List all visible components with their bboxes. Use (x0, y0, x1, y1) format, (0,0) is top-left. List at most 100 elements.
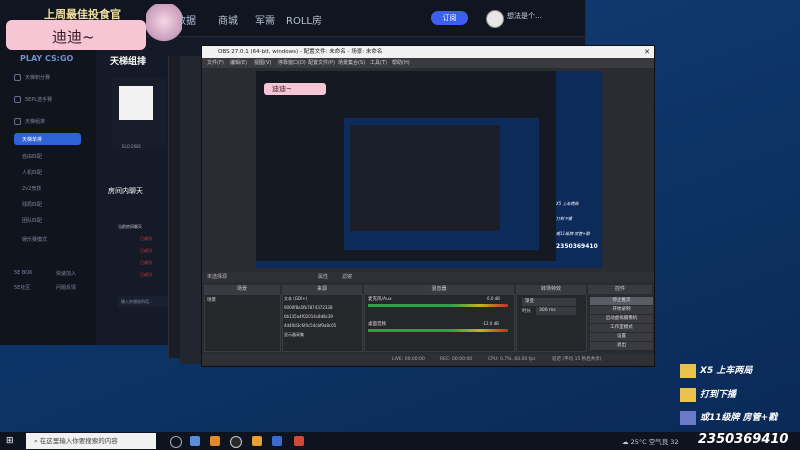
avatar[interactable] (486, 10, 504, 28)
menu-edit[interactable]: 编辑(E) (230, 58, 247, 68)
mixer-channel-desktop: 桌面音频 (368, 322, 386, 327)
scene-dock: 场景 (204, 294, 281, 352)
mixer-dock-header: 混音器 (364, 285, 514, 294)
duration-label: 时长 (522, 309, 531, 314)
source-item[interactable]: 文本 (GDI+) (284, 296, 307, 302)
nested-preview (344, 118, 539, 250)
chat-line: 已成功 (140, 236, 152, 241)
mixer-channel-mic: 麦克风/Aux (368, 297, 392, 302)
source-item[interactable]: 显示器采集 (284, 332, 304, 338)
scene-item[interactable]: 场景 (207, 297, 216, 303)
chat-line: 已成功 (140, 260, 152, 265)
sidebar-item-6[interactable]: 人机匹配 (22, 169, 42, 176)
streamer-name-tag: 迪迪~ (6, 20, 146, 50)
nested-preview-inner (350, 125, 500, 231)
ladder-title: 天梯组排 (110, 57, 147, 67)
sidebar-item-2[interactable]: 5EPL选手赛 (14, 96, 52, 103)
sidebar-item-4[interactable]: 天梯单排 (22, 136, 42, 143)
scene-dock-header: 场景 (204, 285, 280, 294)
taskbar-search[interactable]: ⌕ 在这里输入你要搜索的内容 (26, 433, 156, 449)
task-view-icon[interactable] (170, 436, 182, 448)
preview-name-tag: 迪迪~ (264, 83, 326, 95)
sidebar-item-7[interactable]: 2v2竞技 (22, 185, 41, 192)
mixer-db-mic: 0.0 dB (487, 296, 500, 301)
chat-input[interactable]: 输入你想说的话... (118, 296, 173, 307)
menu-file[interactable]: 文件(F) (207, 58, 224, 68)
sidebar-item-9[interactable]: 团队匹配 (22, 217, 42, 224)
game-tag[interactable]: PLAY CS:GO (20, 54, 73, 63)
delay-status: 延迟 (平均 15 秒后共享) (552, 357, 602, 362)
app-icon-3[interactable] (252, 436, 262, 446)
sidebar-item-14[interactable]: 问题反馈 (56, 284, 76, 291)
app-icon-2[interactable] (210, 436, 220, 446)
badge-icon (680, 410, 696, 425)
source-item[interactable]: 9000f8a5fb7874372338 (284, 305, 333, 310)
controls-dock-header: 控件 (588, 285, 652, 294)
transition-select[interactable]: 渐变 (522, 298, 576, 306)
sidebar-item-12[interactable]: 5E社区 (14, 284, 30, 291)
profile-elo: ELO:2081 (122, 144, 142, 149)
sidebar-item-8[interactable]: 残局匹配 (22, 201, 42, 208)
obs-title: OBS 27.0.1 (64-bit, windows) - 配置文件: 未命名… (218, 49, 383, 55)
duration-input[interactable]: 300 ms (536, 307, 576, 315)
nav-supply[interactable]: 军需 (255, 12, 275, 27)
live-status: LIVE: 00:00:00 (392, 357, 425, 362)
obs-menu-bar: 文件(F) 编辑(E) 视图(V) 停靠窗口(D) 配置文件(P) 场景集合(S… (202, 58, 654, 68)
mic-volume-meter (368, 304, 508, 307)
close-icon[interactable]: ✕ (644, 46, 650, 58)
properties-button[interactable]: 属性 (318, 272, 328, 282)
bonus-icon (680, 363, 696, 378)
menu-dock[interactable]: 停靠窗口(D) (278, 58, 306, 68)
star-icon (14, 96, 21, 103)
preview-overlay-3: 或11级牌 房管+戳 (556, 231, 590, 236)
app-icon-4[interactable] (272, 436, 282, 446)
trophy-icon (14, 74, 21, 81)
nav-shop[interactable]: 商城 (218, 12, 238, 27)
system-tray-weather[interactable]: ☁ 25°C 空气良 32 (622, 436, 679, 446)
nav-roll[interactable]: ROLL房 (286, 12, 322, 27)
exit-button[interactable]: 退出 (589, 341, 654, 351)
filters-button[interactable]: 滤镜 (342, 272, 352, 282)
sidebar-item-11[interactable]: 5E BOX (14, 270, 32, 276)
sidebar-item-13[interactable]: 快速加入 (56, 270, 76, 277)
app-icon-1[interactable] (190, 436, 200, 446)
overlay-item-1: X5 上车两局 (680, 363, 752, 378)
chat-line: 已成功 (140, 248, 152, 253)
cloud-icon: ☁ (622, 438, 629, 446)
source-dock-header: 来源 (282, 285, 362, 294)
client-sidebar (0, 36, 96, 345)
transition-dock-header: 转场特效 (516, 285, 586, 294)
windows-start-icon[interactable]: ⊞ (6, 436, 14, 446)
menu-help[interactable]: 帮助(H) (392, 58, 410, 68)
menu-profile[interactable]: 配置文件(P) (308, 58, 335, 68)
source-item[interactable]: 4d40d3c6f4c54cbf0a8c05 (284, 323, 336, 328)
preview-overlay-2: 打到下播 (556, 216, 572, 221)
source-item[interactable]: 0b135a4f02014c8d8c39 (284, 314, 333, 319)
menu-tools[interactable]: 工具(T) (370, 58, 387, 68)
target-icon (14, 118, 21, 125)
obs-preview[interactable]: 迪迪~ X5 上车两局 打到下播 或11级牌 房管+戳 2350369410 (256, 71, 602, 268)
weather-text: 25°C 空气良 32 (630, 438, 679, 446)
overlay-item-2: 打到下播 (680, 387, 736, 402)
search-placeholder: 在这里输入你要搜索的内容 (39, 437, 118, 445)
sidebar-item-10[interactable]: 娱乐赛模式 (22, 236, 47, 243)
obs-window: OBS 27.0.1 (64-bit, windows) - 配置文件: 未命名… (201, 45, 655, 367)
rec-status: REC: 00:00:00 (440, 357, 473, 362)
subscribe-button[interactable]: 订阅 (431, 11, 468, 25)
chat-title: 房间内聊天 (108, 187, 143, 195)
username[interactable]: 想法是个… (507, 11, 542, 21)
bonus-icon (680, 387, 696, 402)
room-id: 2350369410 (698, 432, 789, 447)
no-source-label: 未选择源 (207, 274, 228, 280)
sidebar-item-5[interactable]: 自由匹配 (22, 153, 42, 160)
obs-app-icon[interactable] (230, 436, 242, 448)
sidebar-item-1[interactable]: 天梯积分赛 (14, 74, 50, 81)
app-icon-5[interactable] (294, 436, 304, 446)
search-icon: ⌕ (34, 437, 38, 445)
menu-view[interactable]: 视图(V) (254, 58, 271, 68)
mixer-db-desktop: -12.0 dB (482, 321, 499, 326)
obs-status-bar: LIVE: 00:00:00 REC: 00:00:00 CPU: 0.7%, … (202, 354, 654, 365)
profile-picture (119, 86, 153, 120)
menu-scene-collection[interactable]: 场景集合(S) (338, 58, 365, 68)
sidebar-item-3[interactable]: 天梯组排 (14, 118, 45, 125)
